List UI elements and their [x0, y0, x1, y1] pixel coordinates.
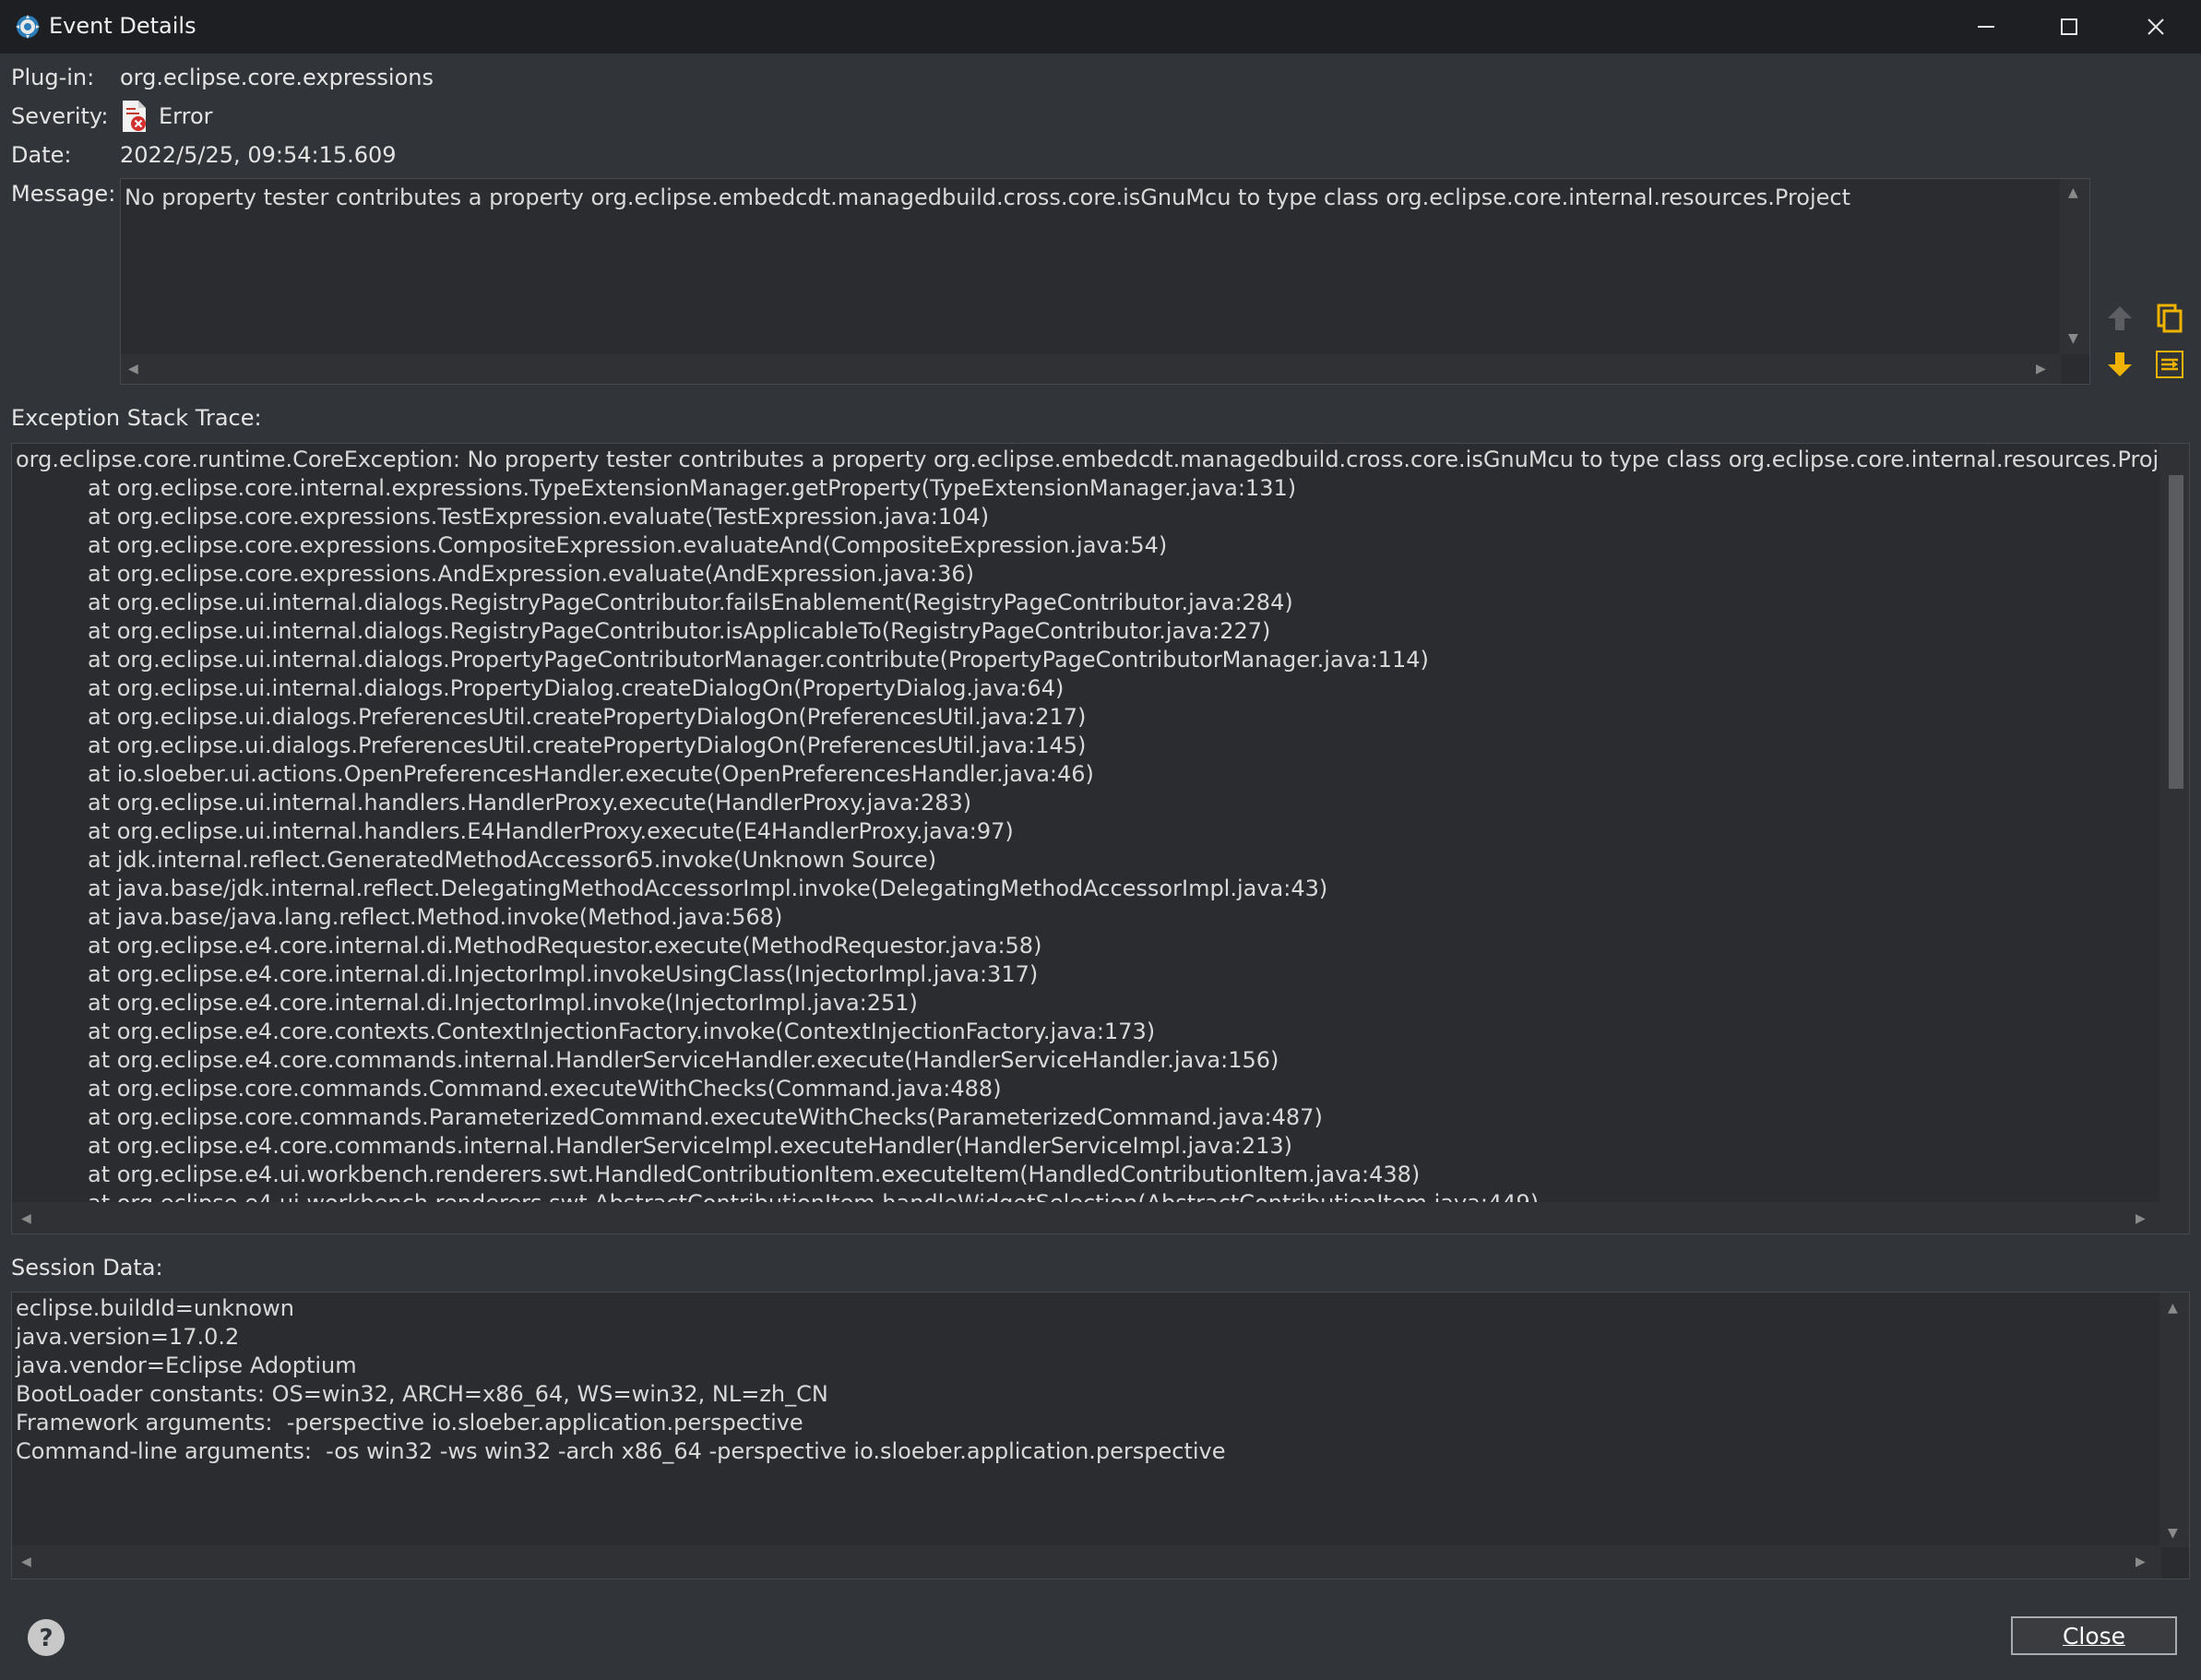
- title-bar: Event Details: [0, 0, 2201, 54]
- stack-trace-line: at org.eclipse.core.expressions.TestExpr…: [88, 504, 990, 530]
- stack-trace-line: at org.eclipse.ui.internal.dialogs.Regis…: [88, 590, 1293, 615]
- stack-trace-line: at org.eclipse.core.expressions.Composit…: [88, 532, 1168, 558]
- session-data-textbox[interactable]: eclipse.buildId=unknown java.version=17.0…: [11, 1292, 2190, 1579]
- message-horizontal-scrollbar[interactable]: ◀ ▶: [121, 354, 2062, 384]
- stack-trace-text: org.eclipse.core.runtime.CoreException: …: [16, 446, 2190, 1218]
- close-window-button[interactable]: [2114, 0, 2197, 54]
- session-data-text: eclipse.buildId=unknown java.version=17.0…: [16, 1294, 1226, 1466]
- minimize-button[interactable]: [1945, 0, 2028, 54]
- stack-vertical-scrollbar[interactable]: [2159, 444, 2189, 1233]
- stack-trace-label: Exception Stack Trace:: [11, 405, 262, 431]
- session-data-label: Session Data:: [11, 1255, 163, 1281]
- stack-trace-line: at org.eclipse.core.commands.Command.exe…: [88, 1076, 1002, 1102]
- close-button-label: Close: [2062, 1622, 2126, 1650]
- copy-button[interactable]: [2151, 300, 2188, 337]
- scroll-left-arrow-icon[interactable]: ◀: [21, 1555, 31, 1568]
- stack-trace-line: at org.eclipse.ui.internal.handlers.E4Ha…: [88, 818, 1014, 844]
- stack-trace-line: at org.eclipse.e4.ui.workbench.renderers…: [88, 1162, 1421, 1187]
- stack-trace-line: at java.base/java.lang.reflect.Method.in…: [88, 904, 783, 930]
- session-data-line: BootLoader constants: OS=win32, ARCH=x86…: [16, 1381, 828, 1407]
- stack-trace-line: at io.sloeber.ui.actions.OpenPreferences…: [88, 761, 1094, 787]
- scroll-left-arrow-icon[interactable]: ◀: [21, 1212, 31, 1225]
- filter-button[interactable]: [2151, 346, 2188, 383]
- message-text: No property tester contributes a propert…: [125, 185, 1851, 210]
- stack-trace-line: at org.eclipse.e4.core.internal.di.Injec…: [88, 961, 1039, 987]
- close-button[interactable]: Close: [2011, 1616, 2177, 1655]
- next-event-button[interactable]: [2101, 346, 2138, 383]
- session-data-line: Command-line arguments: -os win32 -ws wi…: [16, 1438, 1226, 1464]
- plugin-label: Plug-in:: [11, 65, 95, 90]
- session-vertical-scrollbar[interactable]: ▲ ▼: [2159, 1293, 2189, 1547]
- scroll-right-arrow-icon[interactable]: ▶: [2136, 1555, 2146, 1568]
- eclipse-gear-icon: [15, 14, 41, 40]
- session-horizontal-scrollbar[interactable]: ◀ ▶: [12, 1545, 2161, 1579]
- message-textbox[interactable]: No property tester contributes a propert…: [120, 178, 2090, 385]
- maximize-button[interactable]: [2028, 0, 2111, 54]
- stack-trace-line: at org.eclipse.ui.internal.dialogs.Prope…: [88, 647, 1429, 673]
- stack-trace-line: at org.eclipse.e4.core.internal.di.Metho…: [88, 933, 1042, 959]
- scroll-down-arrow-icon[interactable]: ▼: [2068, 332, 2078, 345]
- scroll-right-arrow-icon[interactable]: ▶: [2136, 1212, 2146, 1225]
- copy-icon: [2157, 304, 2183, 333]
- scroll-up-arrow-icon[interactable]: ▲: [2168, 1302, 2178, 1315]
- arrow-up-icon: [2108, 306, 2132, 330]
- message-label: Message:: [11, 181, 116, 207]
- stack-trace-line: at org.eclipse.ui.internal.handlers.Hand…: [88, 790, 972, 816]
- date-value: 2022/5/25, 09:54:15.609: [120, 142, 397, 168]
- stack-trace-line: org.eclipse.core.runtime.CoreException: …: [16, 447, 2190, 472]
- session-data-line: java.version=17.0.2: [16, 1324, 240, 1350]
- stack-trace-line: at org.eclipse.ui.dialogs.PreferencesUti…: [88, 704, 1087, 730]
- stack-trace-line: at org.eclipse.e4.core.commands.internal…: [88, 1047, 1279, 1073]
- stack-trace-textbox[interactable]: org.eclipse.core.runtime.CoreException: …: [11, 443, 2190, 1234]
- svg-text:?: ?: [39, 1625, 53, 1652]
- filter-icon: [2156, 351, 2183, 378]
- maximize-icon: [2061, 18, 2077, 35]
- date-label: Date:: [11, 142, 72, 168]
- stack-horizontal-scrollbar[interactable]: ◀ ▶: [12, 1202, 2161, 1233]
- stack-trace-line: at org.eclipse.ui.internal.dialogs.Regis…: [88, 618, 1271, 644]
- error-document-icon: [120, 100, 149, 133]
- stack-trace-line: at org.eclipse.ui.internal.dialogs.Prope…: [88, 675, 1065, 701]
- scroll-up-arrow-icon[interactable]: ▲: [2068, 186, 2078, 199]
- stack-trace-line: at org.eclipse.core.expressions.AndExpre…: [88, 561, 974, 587]
- minimize-icon: [1978, 26, 1994, 28]
- scroll-right-arrow-icon[interactable]: ▶: [2036, 363, 2046, 375]
- stack-trace-line: at java.base/jdk.internal.reflect.Delega…: [88, 876, 1328, 901]
- session-data-line: eclipse.buildId=unknown: [16, 1295, 294, 1321]
- stack-trace-line: at org.eclipse.e4.core.contexts.ContextI…: [88, 1019, 1156, 1044]
- scroll-left-arrow-icon[interactable]: ◀: [128, 363, 138, 375]
- severity-value: Error: [159, 103, 213, 129]
- message-vertical-scrollbar[interactable]: ▲ ▼: [2060, 179, 2089, 354]
- stack-trace-line: at org.eclipse.core.commands.Parameteriz…: [88, 1104, 1323, 1130]
- stack-scroll-thumb[interactable]: [2169, 475, 2183, 789]
- stack-trace-line: at org.eclipse.core.internal.expressions…: [88, 475, 1297, 501]
- arrow-down-icon: [2108, 352, 2132, 376]
- session-data-line: Framework arguments: -perspective io.slo…: [16, 1410, 803, 1436]
- event-details-dialog: Event Details Plug-in: org.eclipse.core.…: [0, 0, 2201, 1680]
- close-icon: [2147, 18, 2164, 35]
- stack-trace-line: at jdk.internal.reflect.GeneratedMethodA…: [88, 847, 937, 873]
- previous-event-button[interactable]: [2101, 300, 2138, 337]
- help-icon: ?: [28, 1619, 65, 1656]
- stack-trace-line: at org.eclipse.ui.dialogs.PreferencesUti…: [88, 733, 1087, 758]
- scroll-down-arrow-icon[interactable]: ▼: [2168, 1527, 2178, 1540]
- stack-trace-line: at org.eclipse.e4.core.commands.internal…: [88, 1133, 1293, 1159]
- session-data-line: java.vendor=Eclipse Adoptium: [16, 1352, 357, 1378]
- severity-label: Severity:: [11, 103, 109, 129]
- stack-trace-line: at org.eclipse.e4.core.internal.di.Injec…: [88, 990, 918, 1016]
- help-button[interactable]: ?: [26, 1617, 66, 1658]
- plugin-value: org.eclipse.core.expressions: [120, 65, 434, 90]
- window-title: Event Details: [49, 13, 196, 39]
